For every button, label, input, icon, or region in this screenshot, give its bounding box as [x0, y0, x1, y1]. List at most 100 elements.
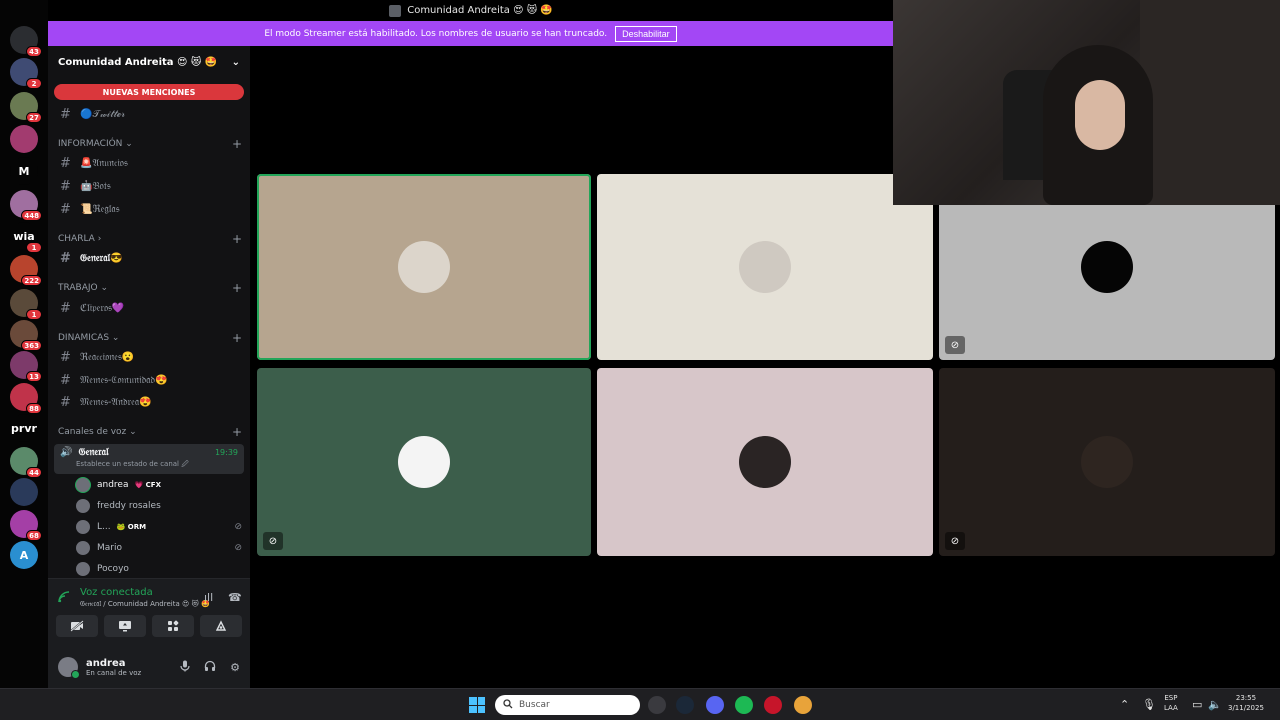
category-dinamicas[interactable]: DINAMICAS ⌄ +: [58, 331, 242, 345]
voice-user-name: Mario: [97, 543, 122, 553]
category-label: TRABAJO: [58, 283, 98, 293]
add-channel-icon[interactable]: +: [232, 137, 242, 151]
guild-server-m[interactable]: M: [10, 157, 38, 185]
signal-icon[interactable]: [58, 591, 70, 606]
search-icon: [503, 698, 513, 712]
guild-server-a[interactable]: A: [10, 541, 38, 569]
channel-clipero[interactable]: # ℭ𝔩𝔦𝔭𝔢𝔯𝔬𝔰💜: [54, 298, 244, 318]
headset-icon[interactable]: [204, 660, 216, 675]
volume-icon[interactable]: 🔈: [1208, 698, 1222, 711]
mic-icon[interactable]: [180, 660, 190, 675]
opera-icon[interactable]: [764, 696, 782, 714]
guild-server-3[interactable]: [10, 125, 38, 153]
server-header[interactable]: Comunidad Andreita 😍 😻 🤩 ⌄: [48, 46, 250, 78]
category-informacion[interactable]: INFORMACIÓN ⌄ +: [58, 137, 242, 151]
screen-share-button[interactable]: [104, 615, 146, 637]
add-channel-icon[interactable]: +: [232, 425, 242, 439]
unread-badge: 363: [21, 340, 42, 351]
taskbar-search[interactable]: Buscar: [495, 695, 640, 715]
network-icon[interactable]: ▭: [1192, 698, 1202, 711]
hashtag-icon: #: [60, 372, 71, 388]
search-placeholder: Buscar: [519, 700, 550, 710]
user-info[interactable]: andrea En canal de voz: [86, 658, 141, 677]
clock-time: 23:55: [1235, 694, 1257, 702]
background-wall: [1140, 0, 1280, 205]
tray-mic-icon[interactable]: 🎙: [1142, 698, 1156, 711]
chevron-down-icon: ⌄: [129, 427, 137, 437]
set-channel-status[interactable]: Establece un estado de canal 🖉: [76, 460, 238, 471]
streamer-mode-banner: El modo Streamer está habilitado. Los no…: [48, 21, 893, 46]
user-status: En canal de voz: [86, 668, 142, 677]
discord-icon[interactable]: [706, 696, 724, 714]
chevron-down-icon: ⌄: [100, 283, 109, 293]
voice-user[interactable]: Mario ⊘: [76, 539, 242, 557]
guild-server-4[interactable]: 448: [10, 190, 42, 221]
guild-server-prvr[interactable]: prvr: [10, 414, 38, 442]
keyboard-layout[interactable]: ESP LAA: [1164, 693, 1178, 713]
channel-reacciones[interactable]: # ℜ𝔢𝔞𝔠𝔠𝔦𝔬𝔫𝔢𝔰😮: [54, 347, 244, 367]
voice-channel-general[interactable]: 🔊 𝔊𝔢𝔫𝔢𝔯𝔞𝔩 19:39 Establece un estado de c…: [54, 444, 244, 474]
guild-server-1[interactable]: 2: [10, 58, 42, 89]
participant-tile[interactable]: [257, 174, 591, 360]
channel-memes-andrea[interactable]: # 𝔐𝔢𝔪𝔢𝔰-𝔄𝔫𝔡𝔯𝔢𝔞😍: [54, 392, 244, 412]
voice-connected-label[interactable]: Voz conectada: [80, 587, 242, 598]
soundboard-button[interactable]: [200, 615, 242, 637]
gear-icon[interactable]: ⚙: [230, 661, 240, 674]
app-icon-1[interactable]: [648, 696, 666, 714]
guild-server-wia[interactable]: wia 1: [10, 222, 42, 253]
add-channel-icon[interactable]: +: [232, 281, 242, 295]
noise-suppression-icon[interactable]: ıll: [204, 591, 213, 604]
guild-server-7[interactable]: 363: [10, 320, 42, 351]
add-channel-icon[interactable]: +: [232, 331, 242, 345]
unread-badge: 43: [26, 46, 42, 57]
category-canales-de-voz[interactable]: Canales de voz ⌄ +: [58, 425, 242, 439]
spotify-icon[interactable]: [735, 696, 753, 714]
voice-user-name: Pocoyo: [97, 564, 129, 574]
user-panel: Voz conectada 𝔊𝔢𝔫𝔢𝔯𝔞𝔩 / Comunidad Andrei…: [48, 578, 250, 688]
guild-server-10[interactable]: [10, 478, 38, 506]
windows-start-icon[interactable]: [469, 697, 485, 713]
unread-badge: 222: [21, 275, 42, 286]
channel-twitter[interactable]: # 🔵𝒯𝓌𝒾𝓉𝓉ℯ𝓇: [54, 104, 244, 124]
guild-discord-home[interactable]: 43: [10, 26, 42, 57]
participant-tile[interactable]: [597, 174, 933, 360]
channel-anuncios[interactable]: # 🚨𝔄𝔫𝔲𝔫𝔠𝔦𝔬𝔰: [54, 153, 244, 173]
guild-server-9[interactable]: 88: [10, 383, 42, 414]
avatar: [398, 436, 450, 488]
voice-user[interactable]: freddy rosales: [76, 497, 242, 515]
guild-server-11[interactable]: 68: [10, 510, 42, 541]
channel-reglas[interactable]: # 📜ℜ𝔢𝔤𝔩𝔞𝔰: [54, 199, 244, 219]
category-trabajo[interactable]: TRABAJO ⌄ +: [58, 281, 242, 295]
camera-off-button[interactable]: [56, 615, 98, 637]
avatar[interactable]: [58, 657, 80, 679]
tray-overflow-icon[interactable]: ⌃: [1120, 698, 1129, 711]
channel-general[interactable]: # 𝔊𝔢𝔫𝔢𝔯𝔞𝔩😎: [54, 248, 244, 268]
participant-tile[interactable]: ⊘: [939, 368, 1275, 556]
guild-server-5[interactable]: 222: [10, 255, 42, 286]
activities-button[interactable]: [152, 615, 194, 637]
guild-server-6[interactable]: 1: [10, 289, 42, 320]
disconnect-icon[interactable]: ☎: [228, 591, 242, 604]
steam-icon[interactable]: [676, 696, 694, 714]
guild-server-8[interactable]: 13: [10, 351, 42, 382]
new-mentions-pill[interactable]: NUEVAS MENCIONES: [54, 84, 244, 100]
participant-tile[interactable]: ⊘: [257, 368, 591, 556]
voice-connected-channel[interactable]: 𝔊𝔢𝔫𝔢𝔯𝔞𝔩 / Comunidad Andreita 😍 😻 🤩: [80, 600, 242, 609]
channel-memes-comunidad[interactable]: # 𝔐𝔢𝔪𝔢𝔰-ℭ𝔬𝔪𝔲𝔫𝔦𝔡𝔞𝔡😍: [54, 370, 244, 390]
voice-user[interactable]: L... 🐸 ORM ⊘: [76, 518, 242, 536]
avatar: [398, 241, 450, 293]
participant-tile[interactable]: [597, 368, 933, 556]
add-channel-icon[interactable]: +: [232, 232, 242, 246]
guild-server-andreita[interactable]: 44: [10, 447, 42, 478]
voice-user[interactable]: Pocoyo: [76, 560, 242, 578]
hashtag-icon: #: [60, 155, 71, 171]
disable-streamer-mode-button[interactable]: Deshabilitar: [615, 25, 677, 42]
unread-badge: 27: [26, 112, 42, 123]
category-charla[interactable]: CHARLA › +: [58, 232, 242, 246]
channel-bots[interactable]: # 🤖𝔅𝔬𝔱𝔰: [54, 176, 244, 196]
avatar: [1081, 241, 1133, 293]
voice-user[interactable]: andrea 💗 CFX: [76, 476, 242, 494]
guild-server-2[interactable]: 27: [10, 92, 42, 123]
clock[interactable]: 23:55 3/11/2025: [1228, 693, 1264, 713]
chrome-icon[interactable]: [794, 696, 812, 714]
